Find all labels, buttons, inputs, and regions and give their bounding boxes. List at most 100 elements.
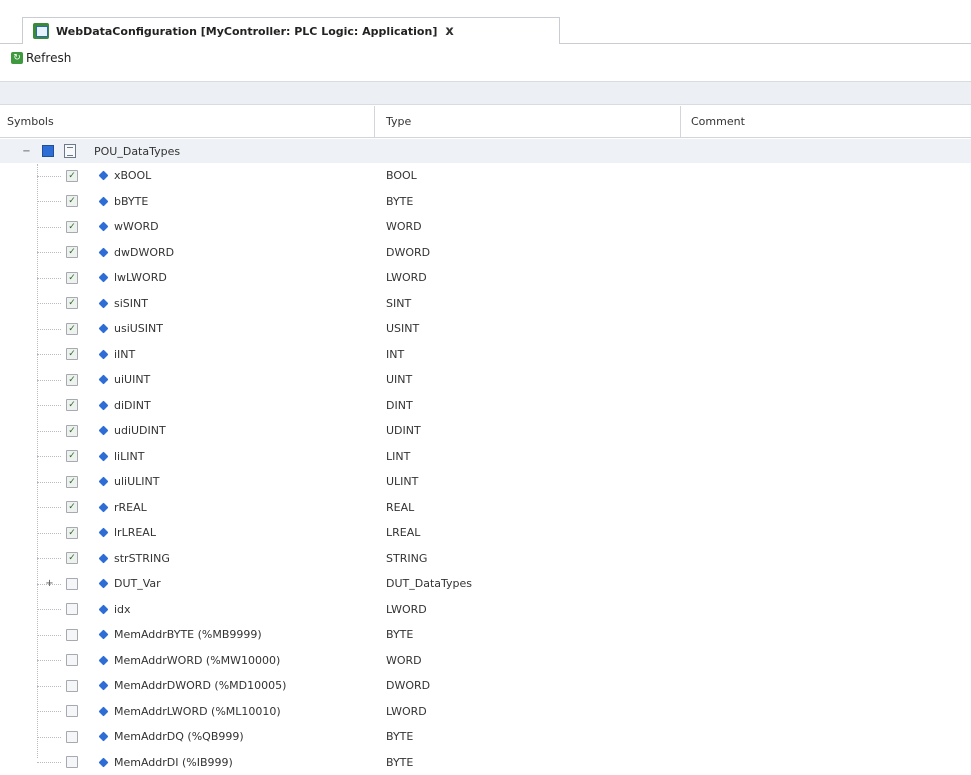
symbol-name: lwLWORD (114, 271, 167, 284)
variable-diamond-icon (99, 630, 109, 640)
variable-diamond-icon (99, 273, 109, 283)
editor-tab[interactable]: WebDataConfiguration [MyController: PLC … (22, 17, 560, 44)
table-row[interactable]: ✓uliULINTULINT (0, 469, 971, 495)
table-row[interactable]: ✓udiUDINTUDINT (0, 418, 971, 444)
table-row[interactable]: ✓uiUINTUINT (0, 367, 971, 393)
table-row[interactable]: ✓usiUSINTUSINT (0, 316, 971, 342)
symbol-cell: − POU_DataTypes (0, 139, 375, 163)
row-checkbox[interactable] (66, 680, 78, 692)
symbol-cell: ✓rREAL (0, 495, 375, 521)
symbol-cell: MemAddrDQ (%QB999) (0, 724, 375, 750)
row-checkbox[interactable] (66, 705, 78, 717)
table-row[interactable]: MemAddrDQ (%QB999)BYTE (0, 724, 971, 750)
root-name: POU_DataTypes (94, 145, 180, 158)
tristate-checkbox[interactable] (42, 145, 54, 157)
table-row[interactable]: ✓dwDWORDDWORD (0, 240, 971, 266)
symbol-cell: ✓wWORD (0, 214, 375, 240)
symbol-cell: ✓strSTRING (0, 546, 375, 572)
tree-branch-line (37, 329, 61, 330)
row-checkbox[interactable]: ✓ (66, 399, 78, 411)
table-row[interactable]: ✓lwLWORDLWORD (0, 265, 971, 291)
symbol-name: dwDWORD (114, 246, 174, 259)
tree-branch-line (37, 660, 61, 661)
row-checkbox[interactable]: ✓ (66, 221, 78, 233)
table-row[interactable]: MemAddrBYTE (%MB9999)BYTE (0, 622, 971, 648)
row-checkbox[interactable]: ✓ (66, 374, 78, 386)
collapse-icon[interactable]: − (22, 147, 31, 156)
symbol-cell: ✓udiUDINT (0, 418, 375, 444)
row-checkbox[interactable]: ✓ (66, 323, 78, 335)
table-row[interactable]: ✓lrLREALLREAL (0, 520, 971, 546)
symbol-cell: ✓bBYTE (0, 189, 375, 215)
row-checkbox[interactable]: ✓ (66, 272, 78, 284)
variable-diamond-icon (99, 324, 109, 334)
table-row[interactable]: ✓diDINTDINT (0, 393, 971, 419)
row-checkbox[interactable]: ✓ (66, 170, 78, 182)
variable-diamond-icon (99, 298, 109, 308)
tree-branch-line (37, 482, 61, 483)
refresh-button[interactable]: ↻ Refresh (11, 51, 71, 65)
type-cell: STRING (375, 552, 681, 565)
variable-diamond-icon (99, 579, 109, 589)
row-checkbox[interactable]: ✓ (66, 527, 78, 539)
column-header-symbols[interactable]: Symbols (0, 106, 375, 138)
row-checkbox[interactable]: ✓ (66, 552, 78, 564)
table-row[interactable]: idxLWORD (0, 597, 971, 623)
symbol-cell: ✓ uiUINT (0, 367, 375, 393)
table-row[interactable]: MemAddrLWORD (%ML10010)LWORD (0, 699, 971, 725)
row-checkbox[interactable]: ✓ (66, 195, 78, 207)
symbol-cell: ✓uliULINT (0, 469, 375, 495)
column-header-comment[interactable]: Comment (681, 106, 971, 138)
type-cell: BOOL (375, 169, 681, 182)
table-row[interactable]: +DUT_VarDUT_DataTypes (0, 571, 971, 597)
table-row[interactable]: ✓liLINTLINT (0, 444, 971, 470)
table-row[interactable]: ✓ xBOOL BOOL (0, 163, 971, 189)
row-checkbox[interactable]: ✓ (66, 476, 78, 488)
row-checkbox[interactable] (66, 756, 78, 768)
symbol-cell: MemAddrDI (%IB999) (0, 750, 375, 775)
variable-diamond-icon (99, 681, 109, 691)
row-checkbox[interactable] (66, 731, 78, 743)
table-row[interactable]: ✓iINTINT (0, 342, 971, 368)
column-header-type[interactable]: Type (375, 106, 681, 138)
refresh-label: Refresh (26, 51, 71, 65)
toolbar: ↻ Refresh (0, 46, 971, 70)
table-row[interactable]: ✓strSTRINGSTRING (0, 546, 971, 572)
type-cell: LREAL (375, 526, 681, 539)
expand-icon[interactable]: + (45, 579, 54, 588)
tree-root-row[interactable]: − POU_DataTypes (0, 139, 971, 163)
table-row[interactable]: ✓wWORDWORD (0, 214, 971, 240)
symbol-name: idx (114, 603, 131, 616)
row-checkbox[interactable]: ✓ (66, 297, 78, 309)
table-row[interactable]: ✓siSINTSINT (0, 291, 971, 317)
table-row[interactable]: MemAddrDWORD (%MD10005)DWORD (0, 673, 971, 699)
table-row[interactable]: ✓bBYTEBYTE (0, 189, 971, 215)
tree-branch-line (37, 278, 61, 279)
symbol-name: uiUINT (114, 373, 150, 386)
row-checkbox[interactable]: ✓ (66, 450, 78, 462)
table-row[interactable]: ✓rREALREAL (0, 495, 971, 521)
row-checkbox[interactable]: ✓ (66, 501, 78, 513)
variable-diamond-icon (99, 426, 109, 436)
tree-branch-line (37, 533, 61, 534)
close-icon[interactable]: x (445, 24, 453, 39)
symbol-name: MemAddrBYTE (%MB9999) (114, 628, 262, 641)
table-row[interactable]: MemAddrWORD (%MW10000)WORD (0, 648, 971, 674)
type-cell: LINT (375, 450, 681, 463)
symbol-cell: ✓iINT (0, 342, 375, 368)
row-checkbox[interactable] (66, 578, 78, 590)
row-checkbox[interactable] (66, 629, 78, 641)
symbol-name: xBOOL (114, 169, 151, 182)
symbol-cell: ✓ xBOOL (0, 163, 375, 189)
row-checkbox[interactable]: ✓ (66, 348, 78, 360)
variable-diamond-icon (99, 604, 109, 614)
variable-diamond-icon (99, 400, 109, 410)
row-checkbox[interactable]: ✓ (66, 425, 78, 437)
table-row[interactable]: MemAddrDI (%IB999)BYTE (0, 750, 971, 775)
tree-branch-line (37, 176, 61, 177)
row-checkbox[interactable] (66, 603, 78, 615)
row-checkbox[interactable]: ✓ (66, 246, 78, 258)
symbol-name: siSINT (114, 297, 148, 310)
row-checkbox[interactable] (66, 654, 78, 666)
tree-branch-line (37, 507, 61, 508)
